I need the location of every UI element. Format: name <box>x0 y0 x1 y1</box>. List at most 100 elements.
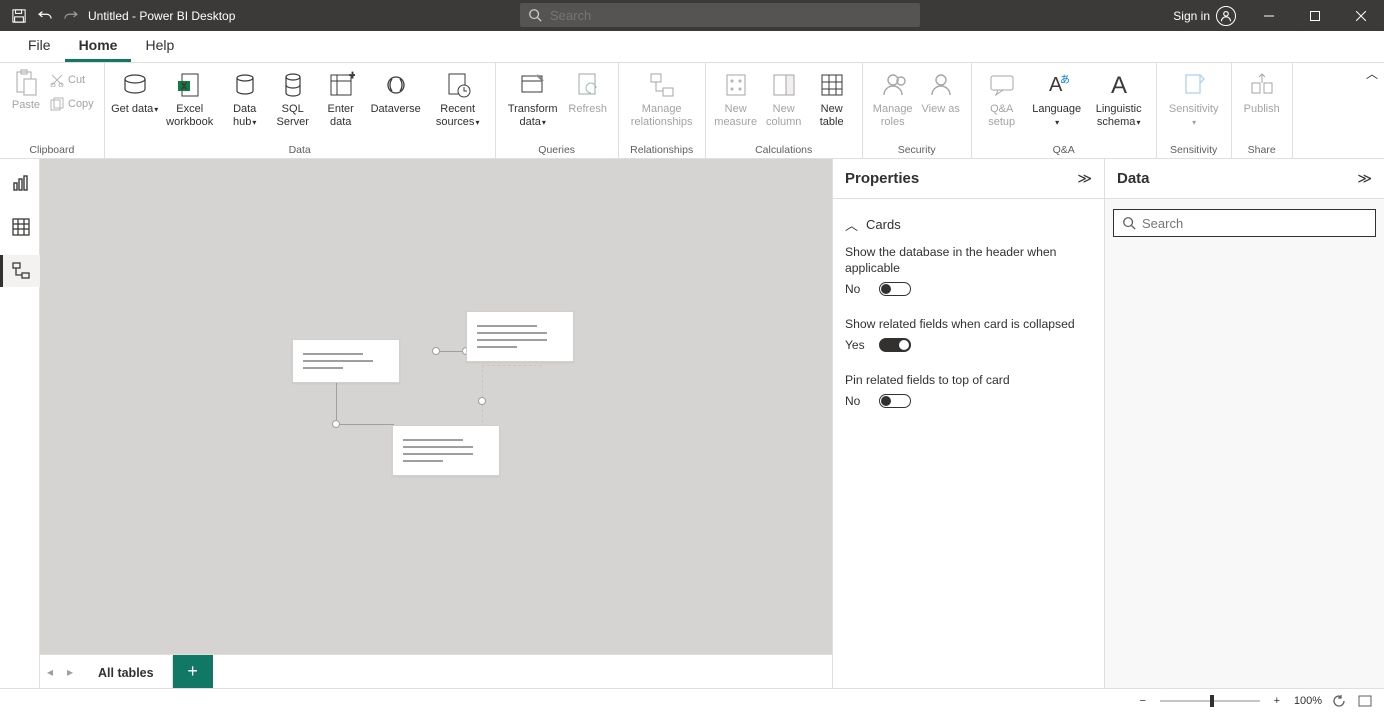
get-data-button[interactable]: Get data▾ <box>111 65 159 116</box>
transform-icon <box>517 69 549 101</box>
minimize-button[interactable] <box>1246 0 1292 31</box>
model-view-icon <box>12 262 30 280</box>
model-card[interactable] <box>292 339 400 383</box>
data-hub-button[interactable]: Data hub▾ <box>221 65 269 129</box>
recent-sources-button[interactable]: Recent sources▾ <box>427 65 489 129</box>
group-relationships: Relationships <box>625 144 699 158</box>
prop-pin-fields-toggle[interactable] <box>879 394 911 408</box>
data-pane: Data ≫ <box>1104 159 1384 688</box>
cards-section-header[interactable]: ︿ Cards <box>845 209 1092 244</box>
tab-file[interactable]: File <box>14 30 65 62</box>
recent-icon <box>442 69 474 101</box>
recent-label: Recent sources <box>436 103 475 128</box>
undo-icon[interactable] <box>34 5 56 27</box>
model-card[interactable] <box>466 311 574 362</box>
user-icon <box>1216 6 1236 26</box>
paste-button[interactable]: Paste <box>6 65 46 111</box>
group-calculations: Calculations <box>712 144 856 158</box>
model-view-button[interactable] <box>0 255 40 287</box>
prop-related-fields-state: Yes <box>845 338 869 352</box>
titlebar: Untitled - Power BI Desktop Sign in <box>0 0 1384 31</box>
prop-show-database-toggle[interactable] <box>879 282 911 296</box>
data-search[interactable] <box>1113 209 1376 237</box>
group-security: Security <box>869 144 965 158</box>
add-page-button[interactable]: + <box>173 655 213 688</box>
linguistic-schema-button[interactable]: A Linguistic schema▾ <box>1088 65 1150 129</box>
prev-page-button[interactable]: ◂ <box>40 655 60 688</box>
view-as-icon <box>925 69 957 101</box>
new-column-button[interactable]: New column <box>760 65 808 129</box>
publish-button[interactable]: Publish <box>1238 65 1286 116</box>
signin-button[interactable]: Sign in <box>1173 6 1236 26</box>
transform-label: Transform data <box>508 103 558 128</box>
prop-related-fields-toggle[interactable] <box>879 338 911 352</box>
enter-data-icon: + <box>325 69 357 101</box>
language-button[interactable]: Aあ Language▾ <box>1026 65 1088 129</box>
tab-help[interactable]: Help <box>131 30 188 62</box>
prop-pin-fields-state: No <box>845 394 869 408</box>
main-area: ◂ ▸ All tables + Properties ≫ ︿ Cards Sh… <box>0 159 1384 688</box>
dataverse-button[interactable]: Dataverse <box>365 65 427 116</box>
group-queries: Queries <box>502 144 612 158</box>
model-card[interactable] <box>392 425 500 476</box>
search-bar[interactable] <box>520 3 920 27</box>
view-rail <box>0 159 40 688</box>
qa-setup-button[interactable]: Q&A setup <box>978 65 1026 129</box>
excel-button[interactable]: X Excel workbook <box>159 65 221 129</box>
manage-relationships-button[interactable]: Manage relationships <box>625 65 699 129</box>
prop-pin-fields-label: Pin related fields to top of card <box>845 372 1092 388</box>
save-icon[interactable] <box>8 5 30 27</box>
report-view-button[interactable] <box>0 167 40 199</box>
cut-icon <box>50 73 64 87</box>
next-page-button[interactable]: ▸ <box>60 655 80 688</box>
data-view-button[interactable] <box>0 211 40 243</box>
copy-button[interactable]: Copy <box>46 93 98 115</box>
close-button[interactable] <box>1338 0 1384 31</box>
zoom-slider[interactable] <box>1160 700 1260 702</box>
view-as-label: View as <box>922 103 960 116</box>
new-measure-button[interactable]: New measure <box>712 65 760 129</box>
maximize-button[interactable] <box>1292 0 1338 31</box>
table-icon <box>816 69 848 101</box>
sensitivity-button[interactable]: Sensitivity▾ <box>1163 65 1225 129</box>
fit-page-button[interactable] <box>1356 692 1374 710</box>
page-tab-all-tables[interactable]: All tables <box>80 655 173 688</box>
roles-icon <box>877 69 909 101</box>
collapse-data-button[interactable]: ≫ <box>1357 170 1372 187</box>
manage-roles-button[interactable]: Manage roles <box>869 65 917 129</box>
ribbon: Paste Cut Copy Clipboard Get data▾ <box>0 63 1384 159</box>
reset-zoom-button[interactable] <box>1330 692 1348 710</box>
report-view-icon <box>12 174 30 192</box>
zoom-in-button[interactable]: + <box>1268 692 1286 710</box>
signin-label: Sign in <box>1173 9 1210 23</box>
language-label: Language <box>1032 103 1081 115</box>
new-table-label: New table <box>808 103 856 129</box>
data-title: Data <box>1117 170 1150 187</box>
cards-section-label: Cards <box>866 217 901 232</box>
view-as-button[interactable]: View as <box>917 65 965 116</box>
get-data-icon <box>119 69 151 101</box>
enter-data-button[interactable]: + Enter data <box>317 65 365 129</box>
transform-data-button[interactable]: Transform data▾ <box>502 65 564 129</box>
collapse-properties-button[interactable]: ≫ <box>1077 170 1092 187</box>
search-input[interactable] <box>550 8 912 23</box>
ling-icon: A <box>1103 69 1135 101</box>
refresh-button[interactable]: Refresh <box>564 65 612 116</box>
cut-button[interactable]: Cut <box>46 69 98 91</box>
ling-label: Linguistic schema <box>1096 103 1142 128</box>
sql-button[interactable]: SQL Server <box>269 65 317 129</box>
properties-title: Properties <box>845 170 919 187</box>
properties-pane: Properties ≫ ︿ Cards Show the database i… <box>832 159 1104 688</box>
redo-icon[interactable] <box>60 5 82 27</box>
sensitivity-icon <box>1178 69 1210 101</box>
new-measure-label: New measure <box>712 103 760 129</box>
group-qa: Q&A <box>978 144 1150 158</box>
zoom-out-button[interactable]: − <box>1134 692 1152 710</box>
tab-home[interactable]: Home <box>65 30 132 62</box>
collapse-ribbon-button[interactable]: ︿ <box>1366 65 1378 82</box>
search-icon <box>528 8 542 22</box>
data-search-input[interactable] <box>1142 216 1367 231</box>
new-table-button[interactable]: New table <box>808 65 856 129</box>
measure-icon <box>720 69 752 101</box>
canvas[interactable] <box>40 159 832 654</box>
